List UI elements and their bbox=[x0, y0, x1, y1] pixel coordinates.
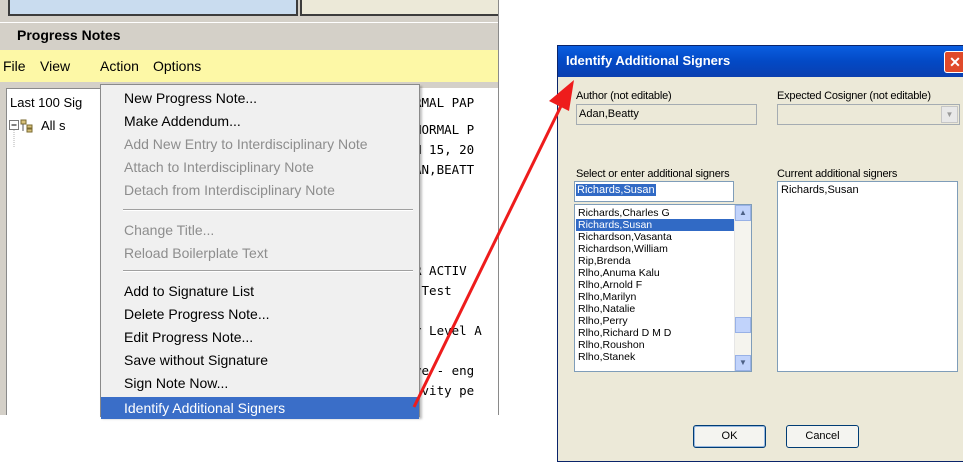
annotation-arrow bbox=[412, 80, 574, 408]
